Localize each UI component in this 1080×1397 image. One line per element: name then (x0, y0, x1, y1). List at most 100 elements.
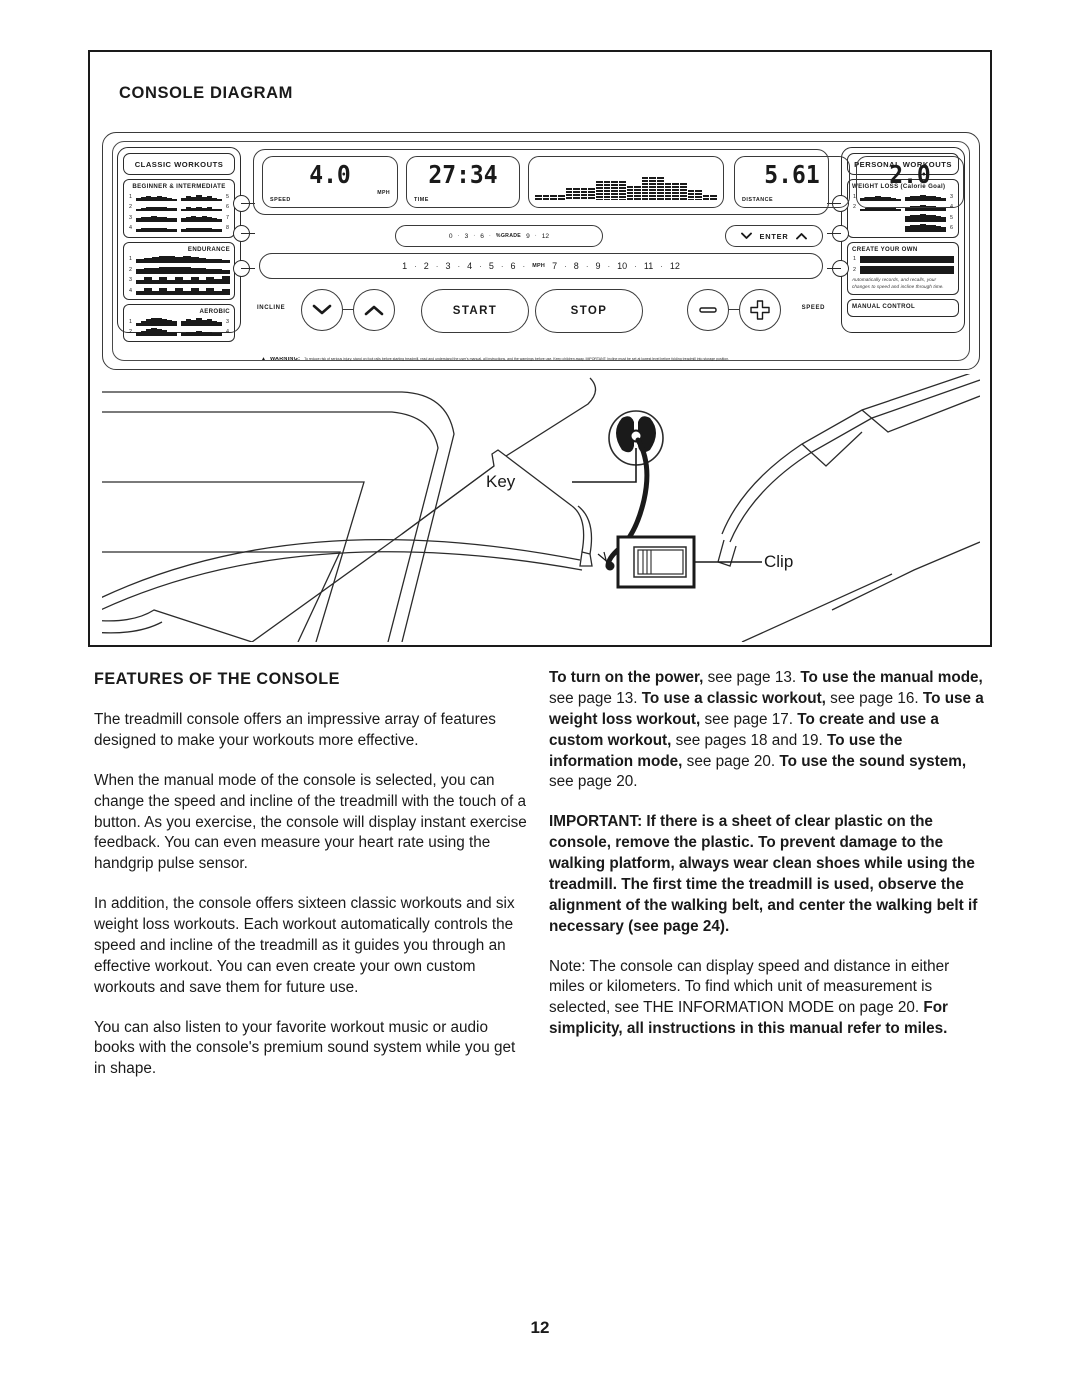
matrix-bar (657, 176, 664, 200)
workout-number: 2 (129, 204, 132, 210)
matrix-bar (596, 181, 603, 200)
matrix-bar (535, 194, 542, 200)
workout-number: 2 (853, 266, 856, 273)
speed-value[interactable]: 1 (402, 261, 407, 271)
workout-profile-graph (136, 224, 177, 232)
chevron-down-icon (741, 232, 753, 239)
warning-word: WARNING: (269, 357, 301, 363)
grade-value[interactable]: 6 (480, 233, 484, 240)
features-paragraph-1: The treadmill console offers an impressi… (94, 711, 496, 749)
matrix-bar (580, 187, 588, 200)
workout-number: 6 (226, 204, 229, 210)
workout-number: 2 (853, 204, 856, 210)
speed-value[interactable]: 9 (595, 261, 600, 271)
enter-button[interactable]: ENTER (725, 225, 823, 247)
workout-profile-row: 2 (852, 265, 954, 274)
incline-up-button[interactable] (353, 289, 395, 331)
time-caption: TIME (414, 197, 429, 203)
workout-profile-graph (181, 214, 222, 222)
workout-group[interactable]: MANUAL CONTROL (847, 299, 959, 318)
matrix-bar (550, 194, 557, 200)
grade-value[interactable]: 0 (449, 233, 453, 240)
incline-button-connector (343, 309, 353, 311)
workout-profile-graph (136, 214, 177, 222)
instruction-reference-page: see page 16. (825, 689, 923, 707)
instruction-reference-page: see page 20. (682, 752, 780, 770)
workout-number: 2 (129, 266, 132, 273)
matrix-bar (664, 182, 672, 200)
workout-profile-row: 3 (128, 276, 230, 285)
speed-value[interactable]: 3 (445, 261, 450, 271)
speed-value[interactable]: 10 (617, 261, 627, 271)
speed-value[interactable]: 7 (552, 261, 557, 271)
features-paragraph-4: You can also listen to your favorite wor… (94, 1018, 516, 1078)
workout-profile-graph (136, 328, 177, 336)
speed-increase-button[interactable] (739, 289, 781, 331)
start-button[interactable]: START (421, 289, 529, 333)
workout-profile-graph (905, 214, 946, 222)
speed-value[interactable]: 2 (424, 261, 429, 271)
workout-profile-row: 3 (181, 317, 230, 326)
workout-profile-row: 4 (128, 286, 230, 295)
workout-profile-row: 5 (905, 213, 954, 222)
grade-separator: · (473, 233, 476, 239)
grade-value[interactable]: 3 (465, 233, 469, 240)
workout-profile-row: 4 (181, 328, 230, 337)
matrix-bar (565, 187, 573, 200)
console-center-area: 4.0 SPEED MPH 27:34 TIME 5.61 DISTANCE 2… (253, 143, 964, 361)
matrix-bar (626, 186, 634, 200)
speed-value[interactable]: 6 (511, 261, 516, 271)
instruction-reference-topic: To use the sound system, (779, 752, 967, 770)
speed-separator: · (607, 261, 611, 271)
workout-number: 4 (129, 225, 132, 231)
workout-profile-row: 1 (128, 192, 177, 201)
incline-value: 2.0 (889, 160, 931, 189)
workout-profile-row: 2 (128, 328, 177, 337)
workout-profile-row: 2 (128, 203, 177, 212)
treadmill-line-art: Key Clip (102, 374, 980, 642)
console-control-row: INCLINE START STOP SPEED (253, 287, 829, 339)
workout-number: 4 (226, 329, 229, 335)
speed-value: 4.0 (309, 160, 351, 189)
instructions-column: To turn on the power, see page 13. To us… (549, 668, 986, 1040)
instruction-reference-topic: To turn on the power, (549, 669, 704, 686)
speed-separator: · (564, 261, 567, 271)
incline-display: 2.0 INCLINE (856, 156, 964, 208)
incline-control-label: INCLINE (257, 305, 286, 311)
selector-lead-right-2 (827, 233, 841, 235)
speed-decrease-button[interactable] (687, 289, 729, 331)
time-value: 27:34 (428, 160, 498, 189)
workout-number: 1 (129, 318, 132, 325)
grade-separator: · (534, 233, 537, 239)
incline-down-button[interactable] (301, 289, 343, 331)
workout-profile-graph (181, 328, 222, 336)
grade-value[interactable]: 9 (526, 233, 530, 240)
workout-group[interactable]: AEROBIC 1 2 3 4 (123, 304, 235, 342)
workout-number: 4 (129, 287, 132, 294)
workout-profile-graph (905, 224, 946, 232)
incline-caption: INCLINE (864, 197, 890, 203)
console-diagram-box: CONSOLE DIAGRAM CLASSIC WORKOUTS BEGINNE… (88, 50, 992, 647)
matrix-bar (611, 181, 618, 200)
workout-group[interactable]: ENDURANCE 1 2 3 4 (123, 241, 235, 300)
grade-value[interactable]: 12 (542, 233, 549, 240)
workout-number: 1 (853, 256, 856, 262)
workout-group[interactable]: CREATE YOUR OWN 1 2 Automatically records, … (847, 241, 959, 296)
incline-grade-button-strip[interactable]: 0 · 3 · 6 · %GRADE 9 · 12 (395, 225, 603, 247)
speed-value[interactable]: 8 (574, 261, 579, 271)
workout-profile-graph (181, 193, 222, 201)
warning-text: To reduce risk of serious injury, stand … (304, 357, 730, 362)
workout-profile-row: 6 (181, 203, 230, 212)
workout-profile-row: 3 (128, 213, 177, 222)
workout-group-note: Automatically records, and recalls, your… (852, 277, 944, 289)
workout-profile-row: 1 (852, 255, 954, 264)
stop-button[interactable]: STOP (535, 289, 643, 333)
speed-value[interactable]: 4 (467, 261, 472, 271)
speed-value[interactable]: 12 (670, 261, 680, 271)
speed-unit: MPH (532, 263, 546, 269)
speed-mph-button-strip[interactable]: 1 · 2 · 3 · 4 · 5 · 6 · MPH 7 · 8 · 9 · 10 · 11 · 12 (259, 253, 823, 279)
speed-value[interactable]: 11 (644, 261, 653, 271)
grade-separator: · (488, 233, 491, 239)
speed-value[interactable]: 5 (489, 261, 494, 271)
workout-group[interactable]: BEGINNER & INTERMEDIATE 1 2 3 4 5 6 7 8 (123, 179, 235, 238)
